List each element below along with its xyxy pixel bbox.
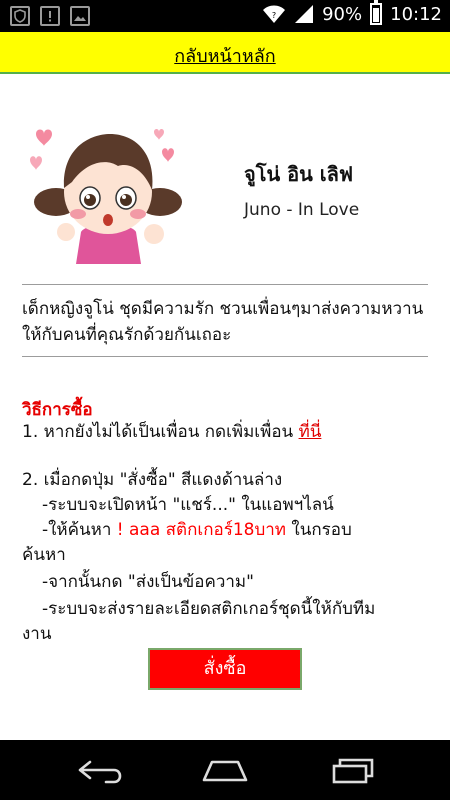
status-left-icons: [10, 6, 90, 26]
howto-step-2-line: งาน: [22, 624, 52, 644]
howto-title: วิธีการซื้อ: [22, 400, 93, 420]
howto-step-1: 1. หากยังไม่ได้เป็นเพื่อน กดเพิ่มเพื่อน …: [22, 420, 432, 444]
signal-icon: [295, 5, 314, 23]
sticker-description: เด็กหญิงจูโน่ ชุดมีความรัก ชวนเพื่อนๆมาส…: [22, 299, 424, 345]
add-friend-link[interactable]: ที่นี่: [299, 422, 322, 442]
status-bar: ? 90% 10:12: [0, 0, 450, 32]
search-keyword: ! aaa สติกเกอร์18บาท: [116, 520, 286, 540]
shield-icon: [10, 6, 30, 26]
clock: 10:12: [390, 3, 442, 25]
header-bar: กลับหน้าหลัก: [0, 32, 450, 74]
howto-step-2-line: -ระบบจะเปิดหน้า "แชร์..." ในแอพฯไลน์: [42, 495, 334, 515]
howto-step-2-line: -ให้ค้นหา ! aaa สติกเกอร์18บาท ในกรอบ: [42, 518, 450, 542]
sticker-image: [30, 129, 182, 264]
howto-step-2-line: ค้นหา: [22, 545, 66, 565]
alert-icon: [40, 6, 60, 26]
sticker-title-thai: จูโน่ อิน เลิฟ: [244, 162, 353, 186]
howto-step-2-line: 2. เมื่อกดปุ่ม "สั่งซื้อ" สีแดงด้านล่าง: [22, 470, 283, 490]
howto-step-2-line: -ระบบจะส่งรายละเอียดสติกเกอร์ชุดนี้ให้กั…: [42, 599, 376, 619]
divider: [22, 284, 428, 285]
wifi-icon: ?: [263, 5, 286, 23]
navigation-bar: [0, 740, 450, 800]
howto-step-2-line: -จากนั้นกด "ส่งเป็นข้อความ": [42, 572, 254, 592]
howto-step-2-text: -ให้ค้นหา: [42, 520, 117, 540]
svg-text:?: ?: [272, 11, 276, 20]
battery-icon: [370, 0, 383, 25]
order-button[interactable]: สั่งซื้อ: [148, 648, 302, 690]
back-to-main-link[interactable]: กลับหน้าหลัก: [0, 41, 450, 70]
recent-apps-icon[interactable]: [318, 752, 388, 788]
howto-step-2-text: ในกรอบ: [286, 520, 352, 540]
battery-percent: 90%: [322, 3, 363, 25]
sticker-title-english: Juno - In Love: [244, 200, 360, 220]
home-icon[interactable]: [190, 752, 260, 788]
divider: [22, 356, 428, 357]
howto-step-1-text: 1. หากยังไม่ได้เป็นเพื่อน กดเพิ่มเพื่อน: [22, 422, 299, 442]
status-right-icons: ? 90% 10:12: [262, 0, 442, 25]
back-icon[interactable]: [66, 752, 136, 788]
image-icon: [70, 6, 90, 26]
